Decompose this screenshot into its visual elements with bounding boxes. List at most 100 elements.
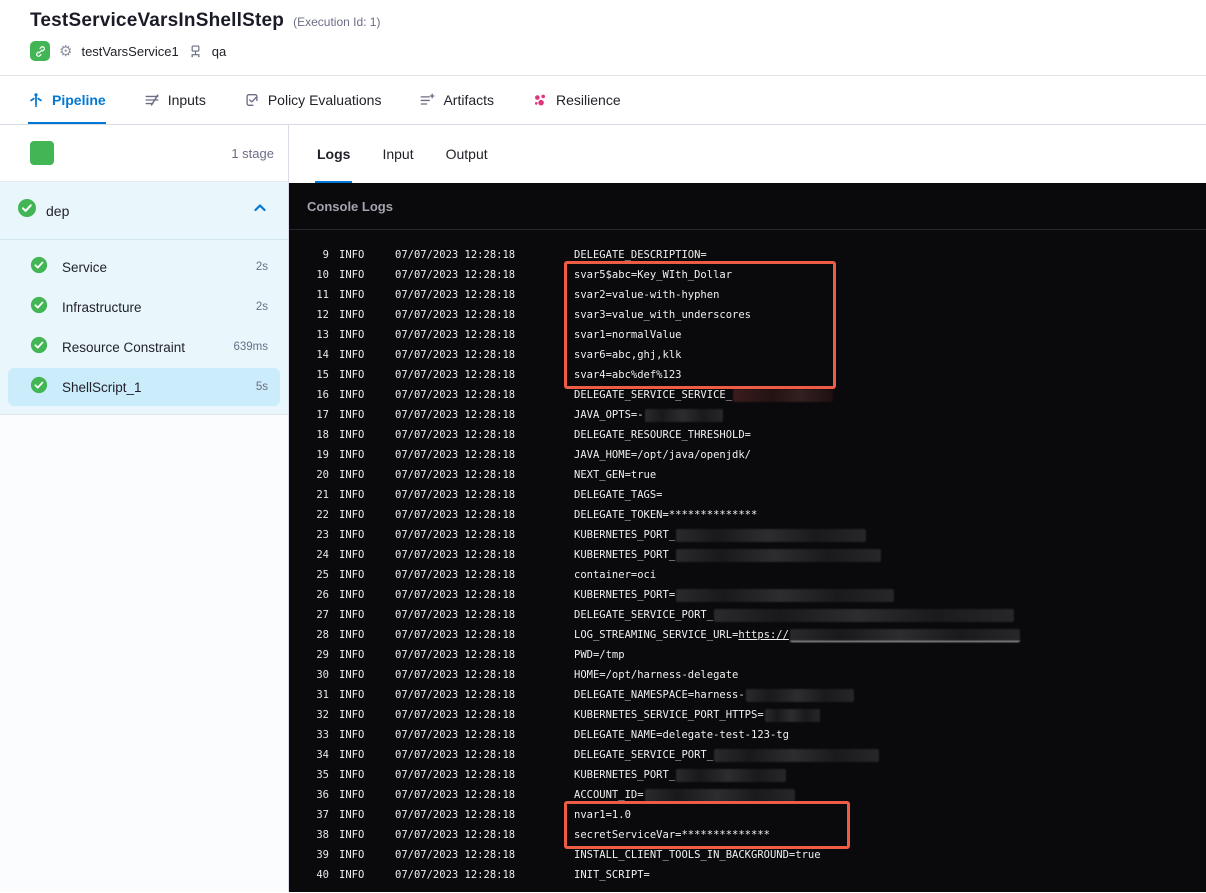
log-line: 28 INFO 07/07/2023 12:28:18 LOG_STREAMING_S… bbox=[289, 625, 1206, 645]
log-message: DELEGATE_SERVICE_PORT_ bbox=[574, 748, 880, 762]
artifacts-icon bbox=[419, 92, 436, 108]
log-rows[interactable]: 9 INFO 07/07/2023 12:28:18 DELEGATE_DESCRIP… bbox=[289, 230, 1206, 885]
log-message: DELEGATE_NAME=delegate-test-123-tg bbox=[574, 729, 789, 741]
log-text: DELEGATE_TOKEN=************** bbox=[574, 509, 758, 521]
line-number: 25 bbox=[316, 569, 329, 581]
log-text: INSTALL_CLIENT_TOOLS_IN_BACKGROUND=true bbox=[574, 849, 821, 861]
tab-policy-evaluations[interactable]: Policy Evaluations bbox=[244, 76, 381, 124]
log-line: 20 INFO 07/07/2023 12:28:18 NEXT_GEN=true bbox=[289, 465, 1206, 485]
log-text: NEXT_GEN=true bbox=[574, 469, 657, 481]
step-label: Resource Constraint bbox=[62, 339, 186, 355]
log-level: INFO bbox=[339, 769, 365, 781]
line-number: 24 bbox=[316, 549, 329, 561]
log-line: 30 INFO 07/07/2023 12:28:18 HOME=/opt/harne… bbox=[289, 665, 1206, 685]
log-message: nvar1=1.0 bbox=[574, 809, 631, 821]
log-line: 11 INFO 07/07/2023 12:28:18 svar2=value-wit… bbox=[289, 285, 1206, 305]
log-message: svar1=normalValue bbox=[574, 329, 681, 341]
log-line: 33 INFO 07/07/2023 12:28:18 DELEGATE_NAME=d… bbox=[289, 725, 1206, 745]
step-item-resource-constraint[interactable]: Resource Constraint 639ms bbox=[8, 328, 280, 366]
line-number: 31 bbox=[316, 689, 329, 701]
log-timestamp: 07/07/2023 12:28:18 bbox=[395, 649, 516, 661]
log-text: JAVA_HOME=/opt/java/openjdk/ bbox=[574, 449, 752, 461]
log-timestamp: 07/07/2023 12:28:18 bbox=[395, 869, 516, 881]
environment-icon bbox=[188, 44, 203, 59]
log-level: INFO bbox=[339, 329, 365, 341]
line-number: 12 bbox=[316, 309, 329, 321]
log-text: svar4=abc%def%123 bbox=[574, 369, 682, 381]
step-list: Service 2s Infrastructure 2s Resource Co… bbox=[0, 240, 288, 406]
log-line: 18 INFO 07/07/2023 12:28:18 DELEGATE_RESOUR… bbox=[289, 425, 1206, 445]
title-row: TestServiceVarsInShellStep (Execution Id… bbox=[30, 10, 1206, 32]
log-line: 35 INFO 07/07/2023 12:28:18 KUBERNETES_PORT… bbox=[289, 765, 1206, 785]
log-text: svar2=value-with-hyphen bbox=[574, 289, 720, 301]
line-number: 34 bbox=[316, 749, 329, 761]
tab-input[interactable]: Input bbox=[380, 125, 415, 183]
step-item-service[interactable]: Service 2s bbox=[8, 248, 280, 286]
tab-pipeline[interactable]: Pipeline bbox=[28, 76, 106, 124]
tab-resilience[interactable]: Resilience bbox=[532, 76, 621, 124]
log-message: DELEGATE_SERVICE_SERVICE_ bbox=[574, 388, 834, 402]
step-item-shellscript-1[interactable]: ShellScript_1 5s bbox=[8, 368, 280, 406]
log-line: 21 INFO 07/07/2023 12:28:18 DELEGATE_TAGS= bbox=[289, 485, 1206, 505]
log-message: DELEGATE_DESCRIPTION= bbox=[574, 249, 707, 261]
inputs-icon bbox=[144, 92, 160, 108]
line-number: 18 bbox=[316, 429, 329, 441]
log-message: KUBERNETES_PORT= bbox=[574, 588, 895, 602]
log-message: DELEGATE_TAGS= bbox=[574, 489, 663, 501]
log-message: HOME=/opt/harness-delegate bbox=[574, 669, 738, 681]
line-number: 19 bbox=[316, 449, 329, 461]
log-line: 16 INFO 07/07/2023 12:28:18 DELEGATE_SERVIC… bbox=[289, 385, 1206, 405]
line-number: 17 bbox=[316, 409, 329, 421]
tab-logs[interactable]: Logs bbox=[315, 125, 352, 183]
gear-icon: ⚙ bbox=[59, 42, 73, 60]
log-line: 17 INFO 07/07/2023 12:28:18 JAVA_OPTS=- bbox=[289, 405, 1206, 425]
line-number: 39 bbox=[316, 849, 329, 861]
log-timestamp: 07/07/2023 12:28:18 bbox=[395, 629, 516, 641]
redacted-block bbox=[764, 708, 820, 722]
success-check-icon bbox=[30, 296, 48, 319]
line-number: 11 bbox=[316, 289, 329, 301]
step-item-infrastructure[interactable]: Infrastructure 2s bbox=[8, 288, 280, 326]
chevron-up-icon[interactable] bbox=[252, 200, 268, 221]
log-message: ACCOUNT_ID= bbox=[574, 788, 795, 802]
line-number: 27 bbox=[316, 609, 329, 621]
log-text: DELEGATE_SERVICE_PORT_ bbox=[574, 609, 714, 621]
log-line: 37 INFO 07/07/2023 12:28:18 nvar1=1.0 bbox=[289, 805, 1206, 825]
log-timestamp: 07/07/2023 12:28:18 bbox=[395, 749, 516, 761]
execution-sidebar: 1 stage dep Service 2s Infrastructure 2s… bbox=[0, 125, 289, 892]
log-text: ACCOUNT_ID= bbox=[574, 789, 644, 801]
tab-inputs[interactable]: Inputs bbox=[144, 76, 206, 124]
log-message: DELEGATE_NAMESPACE=harness- bbox=[574, 688, 854, 702]
log-line: 25 INFO 07/07/2023 12:28:18 container=oci bbox=[289, 565, 1206, 585]
log-line: 31 INFO 07/07/2023 12:28:18 DELEGATE_NAMESP… bbox=[289, 685, 1206, 705]
log-message: DELEGATE_TOKEN=************** bbox=[574, 509, 757, 521]
success-check-icon bbox=[17, 198, 37, 223]
log-line: 9 INFO 07/07/2023 12:28:18 DELEGATE_DESCRIP… bbox=[289, 245, 1206, 265]
log-level: INFO bbox=[339, 389, 365, 401]
line-number: 13 bbox=[316, 329, 329, 341]
log-line: 15 INFO 07/07/2023 12:28:18 svar4=abc%def%1… bbox=[289, 365, 1206, 385]
stage-status-square[interactable] bbox=[30, 141, 54, 165]
log-timestamp: 07/07/2023 12:28:18 bbox=[395, 729, 516, 741]
stage-header-dep[interactable]: dep bbox=[0, 182, 288, 240]
log-level: INFO bbox=[339, 829, 365, 841]
log-level: INFO bbox=[339, 549, 365, 561]
page-title: TestServiceVarsInShellStep bbox=[30, 10, 285, 31]
log-timestamp: 07/07/2023 12:28:18 bbox=[395, 789, 516, 801]
log-link[interactable]: https:// bbox=[738, 629, 789, 641]
step-duration: 5s bbox=[255, 381, 268, 393]
line-number: 14 bbox=[316, 349, 329, 361]
log-text: nvar1=1.0 bbox=[574, 809, 631, 821]
log-level: INFO bbox=[339, 869, 365, 881]
log-level: INFO bbox=[339, 789, 365, 801]
tab-output[interactable]: Output bbox=[444, 125, 490, 183]
redacted-block bbox=[676, 768, 787, 782]
log-timestamp: 07/07/2023 12:28:18 bbox=[395, 849, 516, 861]
log-line: 26 INFO 07/07/2023 12:28:18 KUBERNETES_PORT… bbox=[289, 585, 1206, 605]
log-timestamp: 07/07/2023 12:28:18 bbox=[395, 709, 516, 721]
log-message: LOG_STREAMING_SERVICE_URL= https:// bbox=[574, 628, 1020, 642]
redacted-block bbox=[676, 548, 882, 562]
log-level: INFO bbox=[339, 429, 365, 441]
tab-artifacts[interactable]: Artifacts bbox=[419, 76, 494, 124]
log-level: INFO bbox=[339, 369, 365, 381]
